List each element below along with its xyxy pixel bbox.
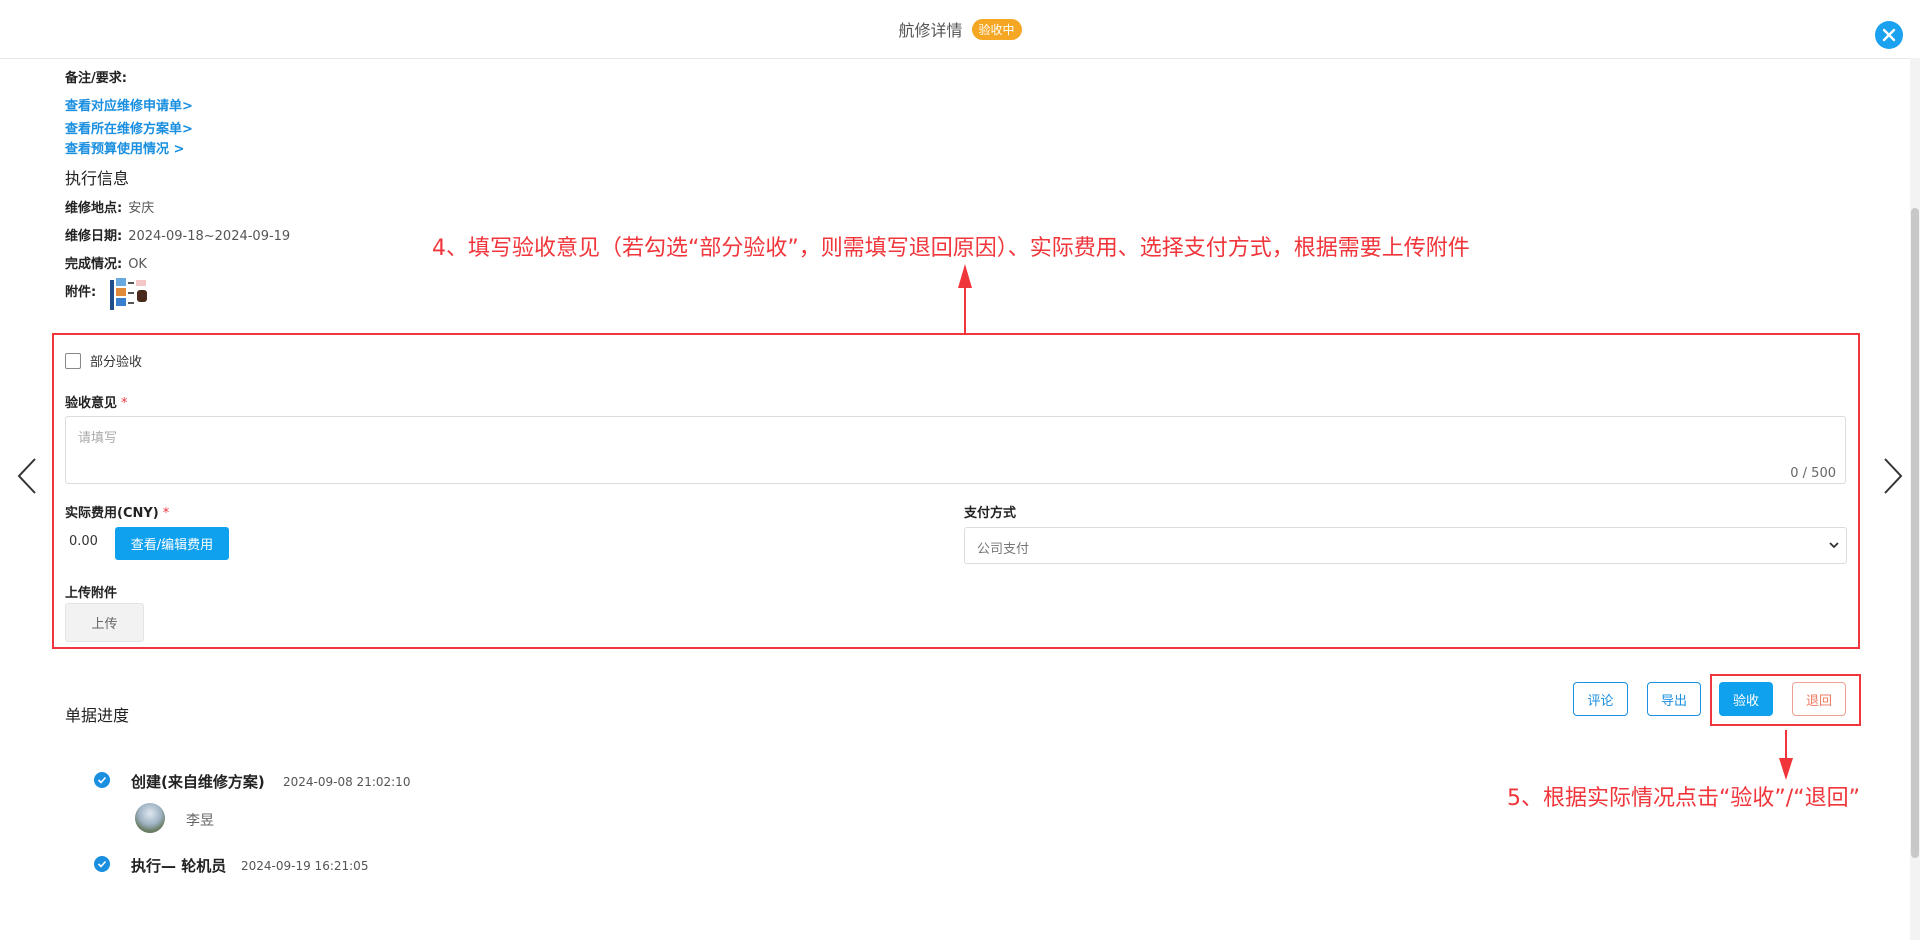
chevron-right-icon[interactable] [1881,456,1905,496]
remark-label: 备注/要求: [65,71,127,86]
check-icon [97,776,107,784]
info-row-completion: 完成情况: OK [65,253,147,272]
status-badge: 验收中 [971,18,1022,40]
opinion-char-counter: 0 / 500 [1790,466,1836,481]
attachment-thumbnail[interactable] [110,276,150,314]
info-label: 完成情况: [65,257,123,272]
comment-button[interactable]: 评论 [1573,682,1628,716]
info-row-date: 维修日期: 2024-09-18~2024-09-19 [65,225,290,244]
chevron-down-icon [1829,542,1839,549]
cost-label: 实际费用(CNY) [65,506,159,521]
opinion-label-row: 验收意见 * [65,392,128,411]
action-buttons-highlight [1710,674,1861,726]
dialog-header: 航修详情 验收中 [0,0,1920,59]
payment-label: 支付方式 [964,506,1017,521]
info-value: 2024-09-18~2024-09-19 [128,229,291,244]
link-budget-usage[interactable]: 查看预算使用情况 > [65,138,184,157]
required-mark: * [162,506,170,521]
upload-section-label: 上传附件 [65,586,118,601]
info-label: 维修地点: [65,201,123,216]
payment-method-value: 公司支付 [977,542,1030,557]
partial-acceptance-checkbox-row[interactable]: 部分验收 [65,351,142,370]
scrollbar-thumb[interactable] [1911,208,1919,858]
upload-button[interactable]: 上传 [65,603,144,642]
timeline-item-time: 2024-09-19 16:21:05 [241,859,369,873]
timeline-item-title: 执行— 轮机员 [131,857,227,875]
info-value: OK [128,257,147,272]
edit-cost-button[interactable]: 查看/编辑费用 [115,527,229,560]
partial-acceptance-label: 部分验收 [90,355,143,370]
opinion-placeholder: 请填写 [78,431,118,446]
annotation-step-4: 4、填写验收意见（若勾选“部分验收”，则需填写退回原因）、实际费用、选择支付方式… [432,236,1470,261]
export-button[interactable]: 导出 [1647,682,1701,716]
timeline-check-icon [94,772,110,788]
dialog-title-bar: 航修详情 验收中 [0,17,1920,41]
avatar [135,803,165,833]
timeline-item-title: 创建(来自维修方案) [131,773,265,791]
timeline-item-user: 李昱 [186,813,214,829]
close-button[interactable] [1875,21,1903,49]
opinion-textarea[interactable]: 请填写 0 / 500 [65,416,1846,484]
check-icon [97,860,107,868]
required-mark: * [121,396,128,411]
timeline-item-time: 2024-09-08 21:02:10 [283,775,411,789]
info-row-attachment: 附件: [65,281,96,300]
annotation-step-5: 5、根据实际情况点击“验收”/“退回” [1507,786,1860,811]
arrow-up-icon [958,264,972,334]
dialog-title: 航修详情 [898,21,963,40]
chevron-left-icon[interactable] [15,456,39,496]
link-repair-plan[interactable]: 查看所在维修方案单> [65,118,193,137]
info-label: 维修日期: [65,229,123,244]
close-icon [1882,28,1896,42]
info-label: 附件: [65,285,97,300]
progress-title: 单据进度 [65,706,130,725]
acceptance-form-highlight [52,333,1860,649]
cost-label-row: 实际费用(CNY) * [65,502,169,521]
arrow-down-icon [1779,730,1793,780]
payment-method-select[interactable]: 公司支付 [964,527,1847,564]
info-row-location: 维修地点: 安庆 [65,197,154,216]
partial-acceptance-checkbox[interactable] [65,352,81,369]
info-value: 安庆 [128,201,155,216]
timeline-check-icon [94,856,110,872]
link-repair-request[interactable]: 查看对应维修申请单> [65,95,193,114]
cost-value: 0.00 [69,534,98,549]
exec-info-title: 执行信息 [65,169,130,188]
opinion-label: 验收意见 [65,396,118,411]
